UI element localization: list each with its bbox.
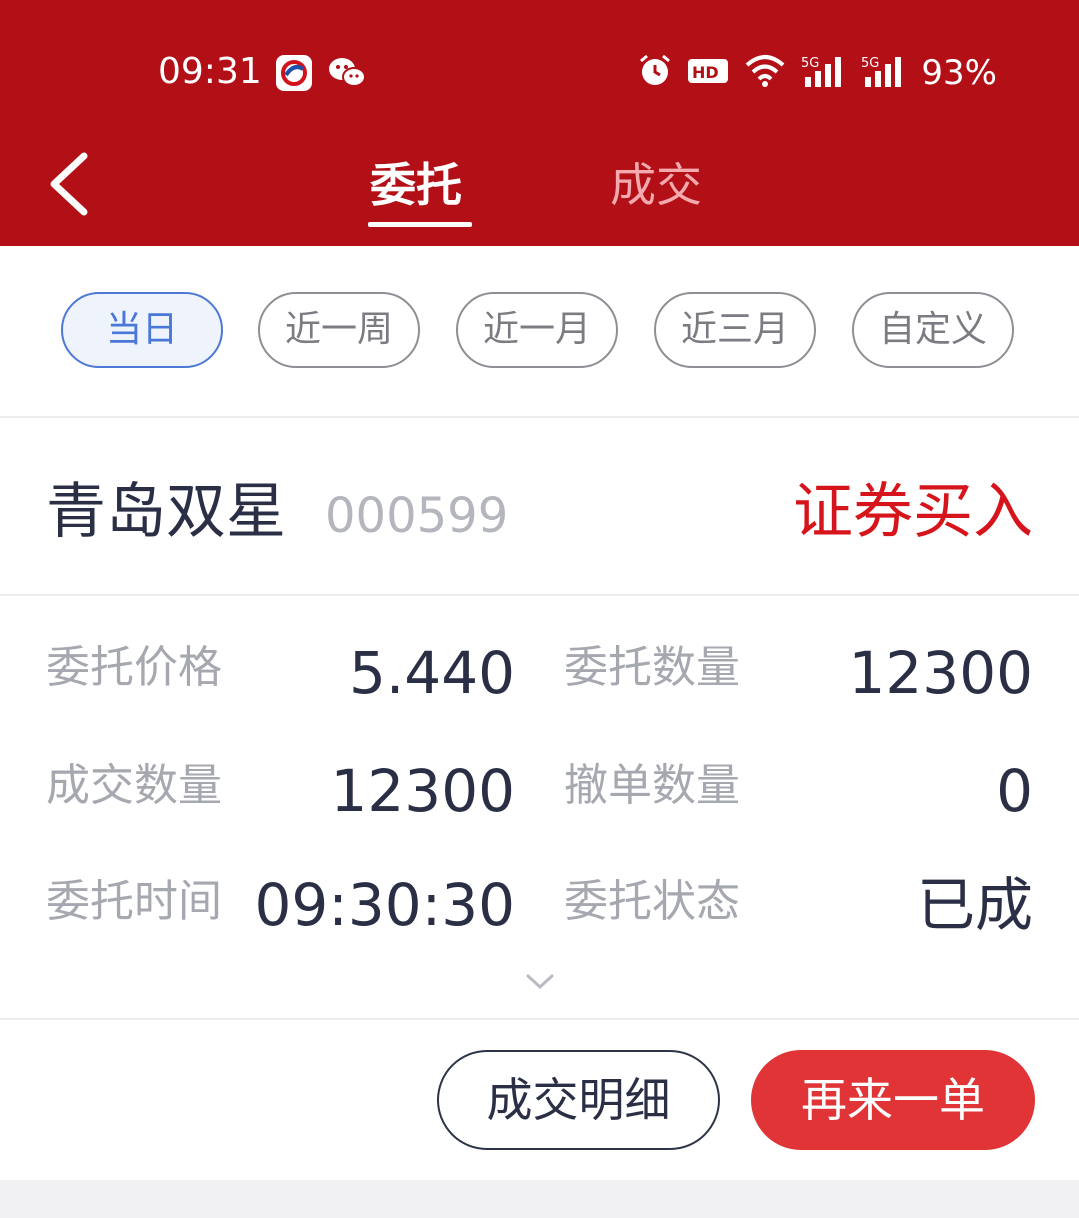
signal-5g-icon: 5G bbox=[801, 53, 847, 93]
filter-three-months[interactable]: 近三月 bbox=[654, 292, 816, 368]
field-value-price: 5.440 bbox=[348, 639, 515, 707]
field-label-cancel-quantity: 撤单数量 bbox=[564, 760, 740, 811]
field-value-time: 09:30:30 bbox=[254, 871, 516, 939]
date-filter-bar: 当日 近一周 近一月 近三月 自定义 bbox=[0, 246, 1079, 416]
status-time: 09:31 bbox=[158, 51, 262, 92]
back-button[interactable] bbox=[40, 148, 100, 224]
stock-code: 000599 bbox=[325, 488, 509, 544]
wechat-icon bbox=[328, 56, 366, 90]
svg-text:5G: 5G bbox=[861, 56, 879, 71]
signal-5g-icon: 5G bbox=[861, 53, 907, 93]
field-label-status: 委托状态 bbox=[564, 876, 740, 927]
status-icons: HD 5G 5G 93% bbox=[637, 52, 997, 94]
stock-name: 青岛双星 bbox=[46, 477, 286, 547]
field-label-deal-quantity: 成交数量 bbox=[46, 760, 222, 811]
divider bbox=[0, 1018, 1079, 1020]
order-type: 证券买入 bbox=[793, 477, 1033, 547]
filter-month[interactable]: 近一月 bbox=[456, 292, 618, 368]
wifi-icon bbox=[743, 53, 787, 93]
field-value-quantity: 12300 bbox=[848, 639, 1033, 707]
tab-deal[interactable]: 成交 bbox=[610, 155, 702, 215]
field-value-deal-quantity: 12300 bbox=[330, 757, 515, 825]
battery-level: 93% bbox=[921, 53, 997, 93]
expand-button[interactable] bbox=[522, 968, 558, 994]
filter-today[interactable]: 当日 bbox=[61, 292, 223, 368]
field-label-time: 委托时间 bbox=[46, 876, 222, 927]
divider bbox=[0, 594, 1079, 596]
field-value-cancel-quantity: 0 bbox=[996, 757, 1033, 825]
svg-text:5G: 5G bbox=[801, 56, 819, 71]
bank-app-icon bbox=[276, 55, 312, 91]
filter-custom[interactable]: 自定义 bbox=[852, 292, 1014, 368]
bottom-spacer bbox=[0, 1180, 1079, 1218]
svg-text:HD: HD bbox=[692, 63, 719, 82]
reorder-button[interactable]: 再来一单 bbox=[751, 1050, 1035, 1150]
divider bbox=[0, 416, 1079, 418]
app-header: 09:31 HD 5G 5G 93% 委托 成交 bbox=[0, 0, 1079, 246]
hd-icon: HD bbox=[687, 56, 729, 90]
tab-active-indicator bbox=[368, 222, 472, 227]
field-label-price: 委托价格 bbox=[46, 642, 222, 693]
chevron-left-icon bbox=[50, 152, 88, 216]
deal-detail-button[interactable]: 成交明细 bbox=[437, 1050, 720, 1150]
alarm-icon bbox=[637, 53, 673, 93]
field-value-status: 已成 bbox=[916, 871, 1033, 939]
tab-entrust[interactable]: 委托 bbox=[370, 155, 462, 215]
filter-week[interactable]: 近一周 bbox=[258, 292, 420, 368]
chevron-down-icon bbox=[526, 974, 554, 990]
field-label-quantity: 委托数量 bbox=[564, 642, 740, 693]
